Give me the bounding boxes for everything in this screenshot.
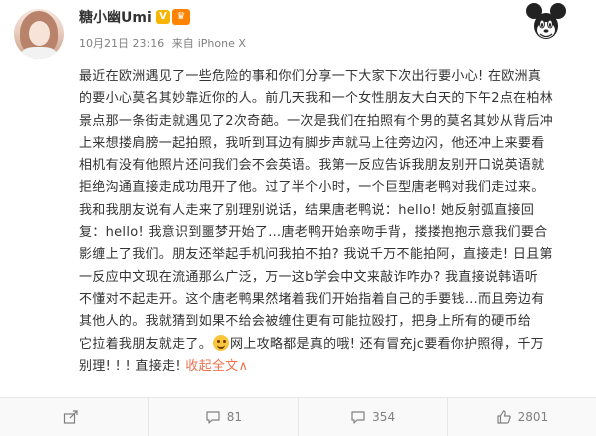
post-line-text: 它拉着我朋友就走了。 xyxy=(79,336,213,352)
post-line: 上来想搂肩膀一起拍照，我听到耳边有脚步声就马上往旁边闪，他还冲上来要看 xyxy=(79,135,545,151)
like-count: 2801 xyxy=(517,410,549,424)
post-line: 影缠上了我们。朋友还举起手机问我拍不拍? 我说千万不能拍阿，直接走! 日且第 xyxy=(79,247,553,263)
mickey-mouse-icon xyxy=(526,3,566,39)
post-line-last: 别理! ! ! 直接走! 收起全文∧ xyxy=(79,356,585,378)
post-content: 最近在欧洲遇见了一些危险的事和你们分享一下大家下次出行要小心! 在欧洲真 的要小… xyxy=(79,66,585,378)
collapse-caret-icon[interactable]: ∧ xyxy=(238,359,248,374)
avatar-face xyxy=(29,21,50,46)
post-meta: 10月21日 23:16 来自 iPhone X xyxy=(79,37,250,51)
author-avatar[interactable] xyxy=(14,9,64,59)
post-line-text: 别理! ! ! 直接走! xyxy=(79,358,186,374)
post-line: 的要小心莫名其妙靠近你的人。前几天我和一个女性朋友大白天的下午2点在柏林 xyxy=(79,91,554,107)
repost-icon xyxy=(351,411,365,424)
like-button[interactable]: 2801 xyxy=(448,398,596,436)
thumbs-up-icon xyxy=(496,410,511,424)
post-line: 不懂对不起走开。这个唐老鸭果然堵着我们开始指着自己的手要钱…而且旁边有 xyxy=(79,291,545,307)
share-icon xyxy=(64,410,78,424)
post-line: 最近在欧洲遇见了一些危险的事和你们分享一下大家下次出行要小心! 在欧洲真 xyxy=(79,69,542,84)
post-line: 一反应中文现在流通那么广泛，万一这b学会中文来敲诈咋办? 我直接说韩语听 xyxy=(79,269,539,285)
action-bar: 81 354 2801 xyxy=(0,397,596,436)
source-prefix: 来自 xyxy=(171,37,194,50)
post-date[interactable]: 10月21日 23:16 xyxy=(79,37,164,50)
author-name[interactable]: 糖小幽Umi xyxy=(79,9,152,27)
share-button[interactable] xyxy=(0,398,150,436)
post-line: 我和我朋友说有人走来了别理别说话，结果唐老鸭说：hello! 她反射弧直接回 xyxy=(79,202,535,218)
avatar-shirt xyxy=(22,47,56,59)
post-source[interactable]: iPhone X xyxy=(198,37,246,50)
comment-icon xyxy=(206,411,220,424)
post-line-text: 网上攻略都是真的哦! 还有冒充jc要看你护照得，千万 xyxy=(230,336,544,352)
post-line: 拒绝沟通直接走成功甩开了他。过了半个小时，一个巨型唐老鸭对我们走过来。 xyxy=(79,180,545,196)
repost-count: 354 xyxy=(372,410,396,424)
post-line-with-emoji: 它拉着我朋友就走了。 网上攻略都是真的哦! 还有冒充jc要看你护照得，千万 xyxy=(79,334,585,356)
member-crown-icon: ♛ xyxy=(172,9,190,25)
comment-button[interactable]: 81 xyxy=(149,398,299,436)
laughing-emoji-icon xyxy=(213,334,230,351)
post-line: 复：hello! 我意识到噩梦开始了…唐老鸭开始亲吻手背，搂搂抱抱示意我们要合 xyxy=(79,225,548,241)
post-line: 其他人的。我就猜到如果不给会被缠住更有可能拉殴打，把身上所有的硬币给 xyxy=(79,314,532,330)
repost-button[interactable]: 354 xyxy=(299,398,448,436)
post-line: 景点那一条街走就遇见了2次奇葩。一次是我们在拍照有个男的莫名其妙从背后冲 xyxy=(79,113,554,129)
comment-count: 81 xyxy=(226,410,243,424)
post-line: 相机有没有他照片还问我们会不会英语。我第一反应告诉我朋友别开口说英语就 xyxy=(79,158,545,174)
collapse-link[interactable]: 收起全文 xyxy=(185,359,238,374)
verified-badge-icon: V xyxy=(156,10,170,24)
